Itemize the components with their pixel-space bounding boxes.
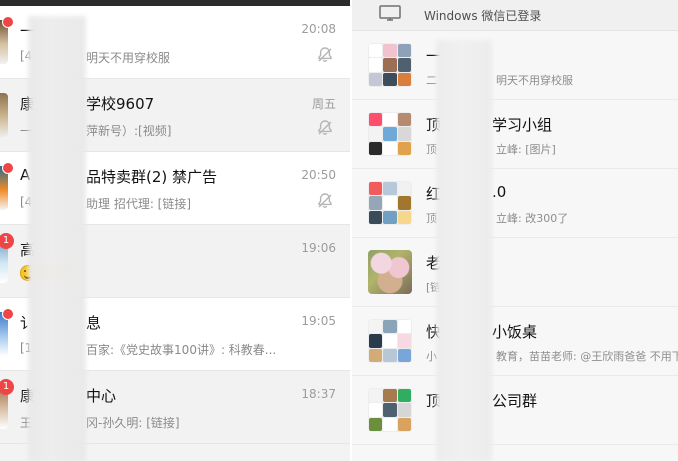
avatar-tile-1 [369, 44, 383, 58]
chat-time-left-5: 19:05 [301, 314, 336, 328]
chat-subtitle-tail-left-1: 明天不用穿校服 [86, 51, 171, 65]
unread-dot-left-1 [2, 16, 14, 28]
avatar-tile-8 [383, 210, 397, 224]
avatar-tile-7 [369, 417, 383, 431]
chat-title-tail-left-6: 中心 [86, 387, 117, 405]
avatar-tile-6 [397, 58, 411, 72]
chat-time-left-3: 20:50 [301, 168, 336, 182]
avatar-tile-9 [397, 210, 411, 224]
avatar-tile-5 [383, 127, 397, 141]
avatar-tile-3 [397, 320, 411, 334]
avatar-tile-1 [369, 320, 383, 334]
windows-login-label: Windows 微信已登录 [424, 9, 542, 23]
chat-subtitle-tail-left-5: 百家:《党史故事100讲》: 科教春... [86, 343, 277, 357]
avatar-tile-9 [397, 141, 411, 155]
chat-row-right-1[interactable]: 一 二 明天不用穿校服 [352, 31, 678, 100]
chat-time-left-1: 20:08 [301, 22, 336, 36]
chat-subtitle-tail-right-2: 立峰: [图片] [496, 143, 556, 156]
avatar-tile-8 [383, 417, 397, 431]
avatar-tile-3 [397, 44, 411, 58]
avatar-tile-9 [397, 72, 411, 86]
chat-time-left-2: 周五 [311, 97, 336, 111]
avatar-tile-9 [397, 348, 411, 362]
chat-title-tail-left-2: 学校9607 [86, 95, 155, 113]
avatar-tile-7 [369, 141, 383, 155]
avatar-tile-5 [383, 334, 397, 348]
avatar-tile-3 [397, 113, 411, 127]
chat-row-right-4[interactable]: 老 [链 [352, 238, 678, 307]
windows-login-header: Windows 微信已登录 [352, 0, 678, 31]
avatar-tile-2 [383, 113, 397, 127]
avatar-tile-8 [383, 348, 397, 362]
avatar-tile-5 [383, 58, 397, 72]
avatar-tile-4 [369, 403, 383, 417]
avatar-tile-4 [369, 58, 383, 72]
chat-subtitle-tail-left-3: 助理 招代理: [链接] [86, 197, 192, 211]
avatar-tile-6 [397, 403, 411, 417]
chat-title-tail-left-3: 品特卖群(2) 禁广告 [86, 168, 218, 186]
chat-title-tail-right-3: .0 [492, 183, 507, 201]
chat-subtitle-tail-right-5: 教育，苗苗老师: @王欣雨爸爸 不用下载... [496, 350, 678, 363]
unread-count-badge-left-6: 1 [0, 379, 14, 395]
avatar-tile-6 [397, 127, 411, 141]
chat-time-left-4: 19:06 [301, 241, 336, 255]
chat-subtitle-tail-left-6: 冈-孙久明: [链接] [86, 416, 180, 430]
chat-avatar-right-3 [368, 181, 412, 225]
screenshot-canvas: 一 [4 明天不用穿校服 20:08 康 学校9607 一 萍新号）:[视频] … [0, 0, 678, 461]
avatar-tile-2 [383, 44, 397, 58]
avatar-tile-4 [369, 334, 383, 348]
avatar-tile-3 [397, 182, 411, 196]
chat-time-left-6: 18:37 [301, 387, 336, 401]
avatar-tile-7 [369, 72, 383, 86]
avatar-tile-5 [383, 403, 397, 417]
chat-subtitle-tail-left-2: 萍新号）:[视频] [86, 124, 172, 138]
avatar-tile-9 [397, 417, 411, 431]
avatar-tile-3 [397, 389, 411, 403]
avatar-tile-2 [383, 389, 397, 403]
avatar-tile-4 [369, 127, 383, 141]
avatar-tile-1 [369, 182, 383, 196]
chat-avatar-right-4 [368, 250, 412, 294]
left-redaction-blur [28, 16, 86, 461]
avatar-tile-4 [369, 196, 383, 210]
mute-bell-icon [318, 120, 332, 135]
chat-row-right-5[interactable]: 快 小饭桌 小 教育，苗苗老师: @王欣雨爸爸 不用下载... [352, 307, 678, 376]
avatar-tile-5 [383, 196, 397, 210]
chat-title-tail-right-6: 公司群 [492, 392, 538, 410]
avatar-tile-1 [369, 113, 383, 127]
avatar-tile-8 [383, 72, 397, 86]
avatar-tile-7 [369, 348, 383, 362]
right-redaction-blur [436, 40, 492, 461]
monitor-icon [379, 5, 401, 21]
avatar-tile-2 [383, 320, 397, 334]
chat-avatar-right-1 [368, 43, 412, 87]
avatar-tile-6 [397, 196, 411, 210]
chat-row-right-2[interactable]: 顶 学习小组 顶 立峰: [图片] [352, 100, 678, 169]
chat-title-tail-right-5: 小饭桌 [492, 323, 538, 341]
chat-avatar-right-6 [368, 388, 412, 432]
chat-row-right-6[interactable]: 顶 公司群 [352, 376, 678, 445]
chat-title-tail-left-5: 息 [86, 314, 102, 332]
avatar-tile-1 [369, 389, 383, 403]
chat-subtitle-tail-right-3: 立峰: 改300了 [496, 212, 569, 225]
chat-avatar-right-2 [368, 112, 412, 156]
chat-avatar-left-2 [0, 93, 8, 137]
chat-avatar-right-5 [368, 319, 412, 363]
unread-dot-left-3 [2, 162, 14, 174]
chat-list-right-panel: Windows 微信已登录 一 二 明天不用穿校服 顶 学习小组 顶 立峰: [… [352, 0, 678, 461]
chat-subtitle-tail-right-1: 明天不用穿校服 [496, 74, 573, 87]
chat-row-right-3[interactable]: 红 .0 顶 立峰: 改300了 [352, 169, 678, 238]
chat-title-tail-right-2: 学习小组 [492, 116, 553, 134]
avatar-tile-2 [383, 182, 397, 196]
avatar-tile-8 [383, 141, 397, 155]
unread-dot-left-5 [2, 308, 14, 320]
avatar-tile-6 [397, 334, 411, 348]
mute-bell-icon [318, 47, 332, 62]
mute-bell-icon [318, 193, 332, 208]
unread-count-badge-left-4: 1 [0, 233, 14, 249]
chat-list-left-panel: 一 [4 明天不用穿校服 20:08 康 学校9607 一 萍新号）:[视频] … [0, 0, 350, 461]
avatar-tile-7 [369, 210, 383, 224]
